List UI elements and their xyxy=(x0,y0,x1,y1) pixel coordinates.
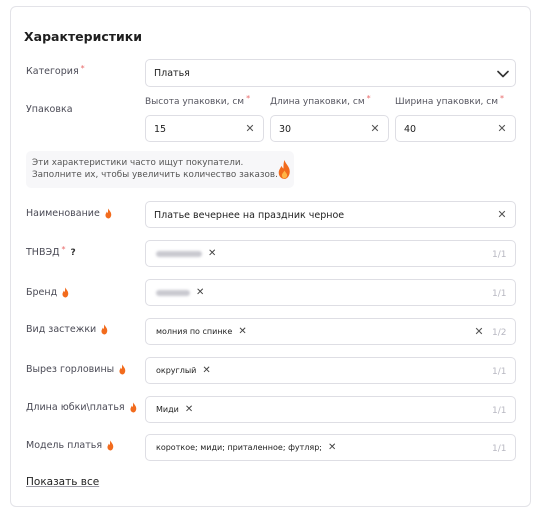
dress-model-input[interactable]: короткое; миди; приталенное; футляр; ✕ 1/… xyxy=(145,434,516,461)
required-mark: * xyxy=(61,245,66,254)
close-icon[interactable]: ✕ xyxy=(369,123,381,135)
close-icon[interactable]: ✕ xyxy=(196,287,204,298)
package-length-value: 30 xyxy=(279,124,292,135)
category-label: Категория * xyxy=(26,64,85,77)
close-icon[interactable]: ✕ xyxy=(238,326,246,337)
required-mark: * xyxy=(500,94,505,103)
chevron-down-icon xyxy=(497,70,509,78)
brand-label: Бренд xyxy=(26,287,70,298)
show-all-link[interactable]: Показать все xyxy=(26,476,99,488)
close-icon[interactable]: ✕ xyxy=(328,442,336,453)
package-width-input[interactable]: 40 ✕ xyxy=(395,115,516,142)
section-title: Характеристики xyxy=(24,29,143,44)
help-icon[interactable]: ? xyxy=(71,248,76,258)
fastener-chip: молния по спинке ✕ xyxy=(156,326,247,337)
blurred-value xyxy=(156,250,202,257)
skirt-length-label: Длина юбки\платья xyxy=(26,402,138,413)
fire-icon xyxy=(278,160,290,179)
tnved-label: ТНВЭД *? xyxy=(26,245,76,258)
close-icon[interactable]: ✕ xyxy=(244,123,256,135)
name-input[interactable]: Платье вечернее на праздник черное ✕ xyxy=(145,201,516,228)
fastener-input[interactable]: молния по спинке ✕ ✕ 1/2 xyxy=(145,318,516,345)
close-icon[interactable]: ✕ xyxy=(185,404,193,415)
skirt-length-input[interactable]: Миди ✕ 1/1 xyxy=(145,396,516,423)
packaging-label: Упаковка xyxy=(26,104,73,115)
fastener-label: Вид застежки xyxy=(26,324,109,335)
dress-model-label: Модель платья xyxy=(26,440,115,451)
skirt-length-count: 1/1 xyxy=(492,406,507,416)
close-icon[interactable]: ✕ xyxy=(208,248,216,259)
fastener-count: 1/2 xyxy=(492,328,507,338)
fire-icon xyxy=(101,324,108,335)
required-mark: * xyxy=(80,64,85,73)
package-height-value: 15 xyxy=(154,124,167,135)
category-select[interactable]: Платья xyxy=(145,59,516,87)
package-width-value: 40 xyxy=(404,124,417,135)
tnved-input[interactable]: ✕ 1/1 xyxy=(145,240,516,267)
fire-icon xyxy=(107,440,114,451)
required-mark: * xyxy=(246,94,251,103)
required-mark: * xyxy=(366,94,371,103)
fire-icon xyxy=(62,287,69,298)
package-width-label: Ширина упаковки, см * xyxy=(395,94,505,107)
close-icon[interactable]: ✕ xyxy=(202,365,210,376)
dress-model-chip: короткое; миди; приталенное; футляр; ✕ xyxy=(156,442,337,453)
hint-text: Эти характеристики часто ищут покупатели… xyxy=(32,158,278,180)
close-icon[interactable]: ✕ xyxy=(496,209,508,221)
fire-icon xyxy=(105,208,112,219)
brand-input[interactable]: ✕ 1/1 xyxy=(145,279,516,306)
brand-count: 1/1 xyxy=(492,289,507,299)
tnved-chip: ✕ xyxy=(156,248,216,259)
neckline-label: Вырез горловины xyxy=(26,364,127,375)
name-value: Платье вечернее на праздник черное xyxy=(154,210,345,221)
category-value: Платья xyxy=(154,68,190,79)
package-length-input[interactable]: 30 ✕ xyxy=(270,115,389,142)
fire-icon xyxy=(119,364,126,375)
close-icon[interactable]: ✕ xyxy=(473,326,485,338)
brand-chip: ✕ xyxy=(156,287,204,298)
package-height-input[interactable]: 15 ✕ xyxy=(145,115,264,142)
package-length-label: Длина упаковки, см * xyxy=(270,94,371,107)
package-height-label: Высота упаковки, см * xyxy=(145,94,251,107)
name-label: Наименование xyxy=(26,208,113,219)
neckline-chip: округлый ✕ xyxy=(156,365,211,376)
close-icon[interactable]: ✕ xyxy=(496,123,508,135)
tnved-count: 1/1 xyxy=(492,250,507,260)
skirt-length-chip: Миди ✕ xyxy=(156,404,194,415)
neckline-count: 1/1 xyxy=(492,367,507,377)
neckline-input[interactable]: округлый ✕ 1/1 xyxy=(145,357,516,384)
fire-icon xyxy=(130,402,136,413)
dress-model-count: 1/1 xyxy=(492,444,507,454)
blurred-value xyxy=(156,289,190,296)
